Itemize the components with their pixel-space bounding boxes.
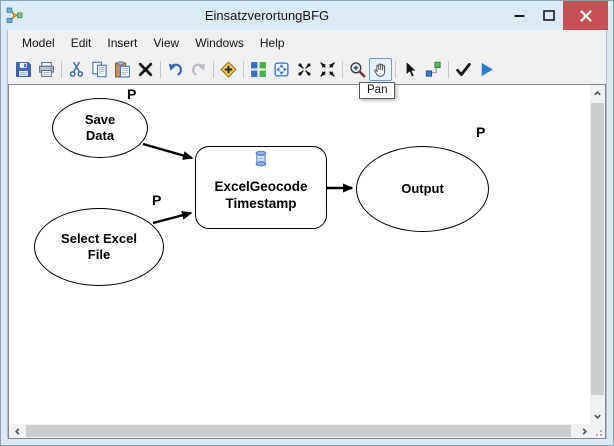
chevron-left-icon bbox=[14, 427, 19, 435]
validate-button[interactable] bbox=[452, 58, 475, 81]
copy-button[interactable] bbox=[88, 58, 111, 81]
toolbar-separator bbox=[395, 61, 396, 78]
copy-icon bbox=[92, 61, 107, 78]
connector-select-excel-to-tool[interactable] bbox=[152, 210, 193, 225]
window-controls bbox=[505, 1, 608, 30]
parameter-label-select-excel-file: P bbox=[152, 192, 162, 208]
horizontal-scroll-thumb[interactable] bbox=[26, 425, 571, 437]
menu-item-insert[interactable]: Insert bbox=[99, 34, 145, 52]
script-tool-icon bbox=[255, 150, 266, 167]
horizontal-scrollbar[interactable] bbox=[9, 424, 592, 438]
node-output[interactable]: Output bbox=[356, 146, 489, 232]
menu-bar: Model Edit Insert View Windows Help bbox=[8, 30, 606, 55]
model-canvas[interactable]: Save Data P Select Excel File P ExcelGeo… bbox=[8, 84, 606, 439]
pan-button[interactable] bbox=[369, 58, 392, 81]
toolbar-separator bbox=[448, 61, 449, 78]
undo-button[interactable] bbox=[164, 58, 187, 81]
connect-button[interactable] bbox=[422, 58, 445, 81]
close-icon bbox=[579, 9, 592, 22]
auto-layout-icon bbox=[251, 62, 266, 77]
delete-button[interactable] bbox=[134, 58, 157, 81]
maximize-button[interactable] bbox=[534, 1, 563, 30]
window-title: EinsatzverortungBFG bbox=[204, 8, 330, 23]
full-extent-icon bbox=[274, 62, 289, 77]
title-bar: EinsatzverortungBFG bbox=[1, 1, 613, 30]
vertical-scroll-thumb[interactable] bbox=[591, 103, 604, 395]
resize-grip[interactable] bbox=[590, 424, 605, 438]
toolbar-separator bbox=[213, 61, 214, 78]
connect-icon bbox=[425, 61, 441, 77]
scroll-down-button[interactable] bbox=[590, 408, 605, 424]
grip-dots-icon bbox=[596, 430, 602, 436]
menu-item-view[interactable]: View bbox=[145, 34, 187, 52]
toolbar-separator bbox=[160, 61, 161, 78]
add-data-icon bbox=[220, 61, 237, 78]
modelbuilder-window: EinsatzverortungBFG Model Edit Insert Vi… bbox=[0, 0, 614, 446]
menu-item-edit[interactable]: Edit bbox=[63, 34, 100, 52]
toolbar-separator bbox=[342, 61, 343, 78]
full-extent-button[interactable] bbox=[270, 58, 293, 81]
minimize-button[interactable] bbox=[505, 1, 534, 30]
node-select-excel-file[interactable]: Select Excel File bbox=[34, 208, 164, 286]
paste-icon bbox=[115, 61, 130, 78]
pan-icon bbox=[374, 63, 386, 77]
parameter-label-output: P bbox=[476, 124, 486, 140]
save-icon bbox=[16, 62, 31, 77]
cut-icon bbox=[69, 61, 84, 77]
scroll-left-button[interactable] bbox=[9, 424, 25, 438]
zoom-in-icon bbox=[350, 62, 366, 78]
run-button[interactable] bbox=[475, 58, 498, 81]
add-data-or-tool-button[interactable] bbox=[217, 58, 240, 81]
menu-item-windows[interactable]: Windows bbox=[187, 34, 252, 52]
delete-icon bbox=[138, 62, 153, 77]
toolbar-separator bbox=[61, 61, 62, 78]
node-excel-geocode-timestamp[interactable]: ExcelGeocodeTimestamp bbox=[195, 146, 327, 229]
pan-tooltip: Pan bbox=[359, 82, 396, 99]
save-button[interactable] bbox=[12, 58, 35, 81]
zoom-in-button[interactable] bbox=[346, 58, 369, 81]
close-button[interactable] bbox=[563, 1, 608, 30]
parameter-label-save-data: P bbox=[127, 86, 137, 102]
node-label: Save Data bbox=[84, 111, 116, 143]
fixed-zoom-out-icon bbox=[320, 62, 335, 77]
auto-layout-button[interactable] bbox=[247, 58, 270, 81]
redo-icon bbox=[192, 63, 206, 76]
node-label: Output bbox=[401, 180, 444, 196]
cut-button[interactable] bbox=[65, 58, 88, 81]
fixed-zoom-in-button[interactable] bbox=[293, 58, 316, 81]
chevron-down-icon bbox=[594, 414, 601, 419]
maximize-icon bbox=[542, 10, 555, 21]
undo-icon bbox=[168, 63, 182, 76]
vertical-scrollbar[interactable] bbox=[590, 85, 605, 424]
menu-item-model[interactable]: Model bbox=[14, 34, 63, 52]
chevron-right-icon bbox=[582, 427, 587, 435]
node-label: ExcelGeocodeTimestamp bbox=[214, 178, 308, 211]
paste-button[interactable] bbox=[111, 58, 134, 81]
scroll-up-button[interactable] bbox=[590, 85, 605, 101]
toolbar-separator bbox=[243, 61, 244, 78]
chevron-up-icon bbox=[594, 90, 601, 95]
connector-save-data-to-tool[interactable] bbox=[142, 142, 194, 160]
select-button[interactable] bbox=[399, 58, 422, 81]
modelbuilder-app-icon bbox=[6, 7, 23, 23]
select-cursor-icon bbox=[405, 61, 418, 78]
minimize-icon bbox=[514, 15, 525, 17]
fixed-zoom-in-icon bbox=[298, 63, 311, 76]
fixed-zoom-out-button[interactable] bbox=[316, 58, 339, 81]
print-icon bbox=[39, 62, 54, 77]
run-play-icon bbox=[481, 62, 493, 77]
toolbar bbox=[8, 55, 606, 84]
menu-item-help[interactable]: Help bbox=[252, 34, 293, 52]
node-save-data[interactable]: Save Data bbox=[52, 98, 148, 158]
validate-check-icon bbox=[456, 63, 471, 76]
client-area: Model Edit Insert View Windows Help Save… bbox=[7, 30, 607, 439]
redo-button[interactable] bbox=[187, 58, 210, 81]
print-button[interactable] bbox=[35, 58, 58, 81]
node-label: Select Excel File bbox=[61, 230, 137, 262]
